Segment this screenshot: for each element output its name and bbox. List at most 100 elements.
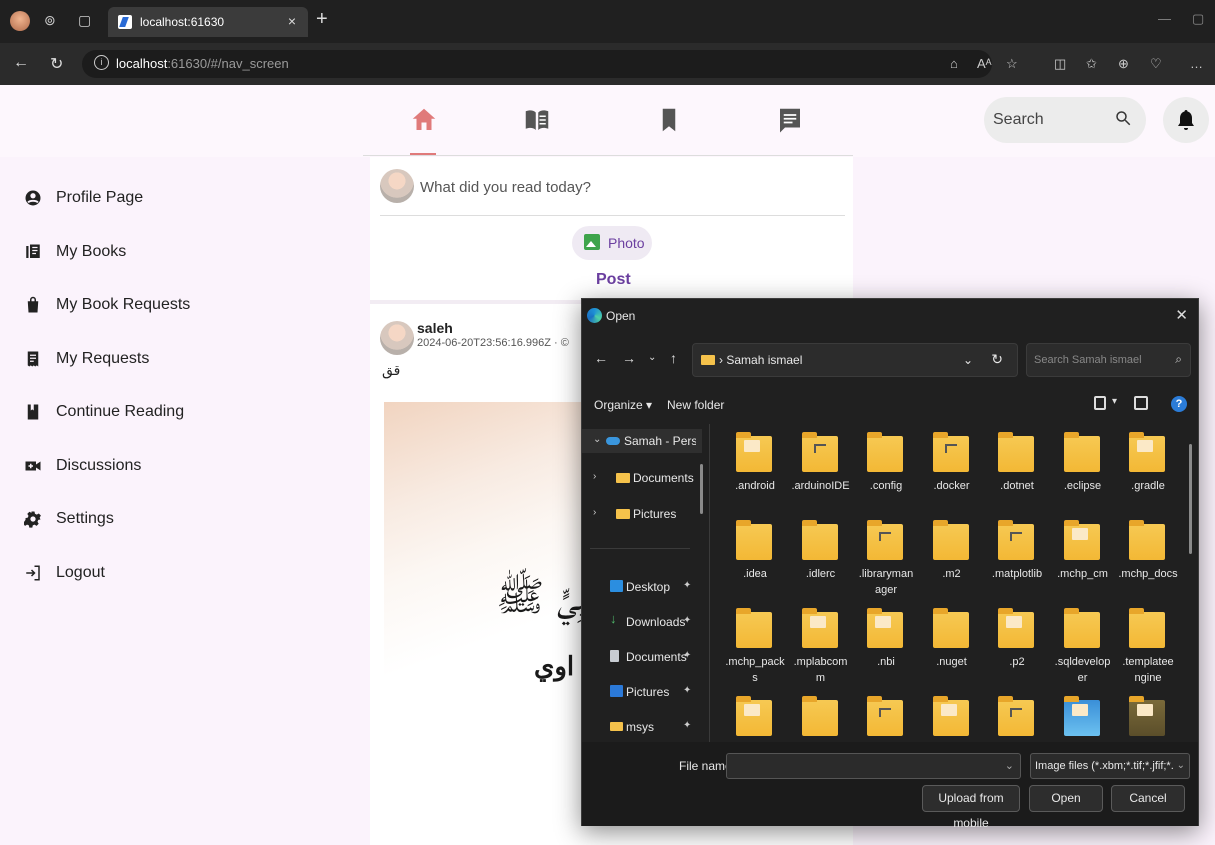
quick-access-msys[interactable]: msys ✦ <box>582 714 702 738</box>
sidebar-item-logout[interactable]: Logout <box>24 560 105 586</box>
home-nav-icon[interactable] <box>409 105 439 135</box>
composer-input[interactable]: What did you read today? <box>420 179 591 196</box>
help-icon[interactable]: ? <box>1171 396 1187 412</box>
file-grid-scrollbar[interactable] <box>1189 444 1192 554</box>
file-item[interactable] <box>1050 688 1116 742</box>
favorite-star-icon[interactable]: ☆ <box>1006 56 1018 72</box>
tree-scrollbar[interactable] <box>700 464 703 514</box>
post-author[interactable]: saleh <box>417 320 453 336</box>
up-icon[interactable]: ↑ <box>670 350 677 366</box>
url-field[interactable]: i localhost:61630/#/nav_screen <box>82 50 992 78</box>
search-icon[interactable] <box>1114 109 1132 132</box>
sidebar-item-my-books[interactable]: My Books <box>24 239 126 265</box>
sidebar-item-settings[interactable]: Settings <box>24 506 114 532</box>
browser-essentials-icon[interactable]: ♡ <box>1150 56 1162 72</box>
file-item[interactable] <box>919 688 985 742</box>
file-item[interactable]: .mchp_docs <box>1115 512 1181 598</box>
file-item[interactable]: .libraryman ager <box>853 512 919 598</box>
pin-icon[interactable]: ✦ <box>683 650 691 661</box>
file-item[interactable]: .config <box>853 424 919 510</box>
file-item[interactable]: .matplotlib <box>984 512 1050 598</box>
file-item[interactable]: .docker <box>919 424 985 510</box>
notifications-button[interactable] <box>1163 97 1209 143</box>
browser-profile-avatar[interactable] <box>10 11 30 31</box>
file-item[interactable]: .p2 <box>984 600 1050 686</box>
new-folder-button[interactable]: New folder <box>667 398 724 412</box>
back-icon[interactable]: ← <box>13 54 29 72</box>
file-item[interactable]: .mplabcom m <box>788 600 854 686</box>
pin-icon[interactable]: ✦ <box>683 580 691 591</box>
quick-access-desktop[interactable]: Desktop ✦ <box>582 574 702 598</box>
recent-locations-icon[interactable]: ⌄ <box>648 352 656 363</box>
sidebar-item-continue-reading[interactable]: Continue Reading <box>24 399 184 425</box>
dialog-search-input[interactable]: Search Samah ismael ⌕ <box>1026 343 1191 377</box>
pin-icon[interactable]: ✦ <box>683 615 691 626</box>
browser-tab[interactable]: localhost:61630 × <box>108 7 308 37</box>
chevron-right-icon[interactable]: › <box>593 471 596 482</box>
file-item[interactable]: .m2 <box>919 512 985 598</box>
pin-icon[interactable]: ✦ <box>683 685 691 696</box>
post-author-avatar[interactable] <box>380 321 414 355</box>
text-size-icon[interactable]: Aᴬ <box>977 56 992 71</box>
user-avatar[interactable] <box>380 169 414 203</box>
file-item[interactable]: .mchp_cm <box>1050 512 1116 598</box>
file-type-filter[interactable]: Image files (*.xbm;*.tif;*.jfif;*.ico ⌄ <box>1030 753 1190 779</box>
chevron-down-icon[interactable]: ⌄ <box>1005 759 1014 772</box>
file-item[interactable]: .android <box>722 424 788 510</box>
site-info-icon[interactable]: i <box>94 55 109 70</box>
file-item[interactable]: .nuget <box>919 600 985 686</box>
tree-item-onedrive[interactable]: ⌄ Samah - Persona <box>582 429 702 453</box>
read-aloud-icon[interactable]: ⌂ <box>950 56 958 71</box>
collections-icon[interactable]: ⊕ <box>1118 56 1129 72</box>
file-item[interactable]: .dotnet <box>984 424 1050 510</box>
chevron-right-icon[interactable]: › <box>593 507 596 518</box>
view-options-icon[interactable] <box>1094 396 1106 410</box>
sidebar-item-my-requests[interactable]: My Requests <box>24 346 149 372</box>
file-item[interactable] <box>853 688 919 742</box>
chevron-down-icon[interactable]: ▾ <box>1112 396 1117 407</box>
search-field[interactable]: Search <box>984 97 1146 143</box>
sidebar-item-discussions[interactable]: Discussions <box>24 453 141 479</box>
reload-icon[interactable]: ↻ <box>50 54 63 74</box>
file-item[interactable] <box>722 688 788 742</box>
path-bar[interactable]: › Samah ismael ⌄ ↻ <box>692 343 1018 377</box>
close-tab-icon[interactable]: × <box>288 13 296 29</box>
file-item[interactable] <box>984 688 1050 742</box>
sidebar-item-profile[interactable]: Profile Page <box>24 185 143 211</box>
upload-from-mobile-button[interactable]: Upload from mobile <box>922 785 1020 830</box>
file-item[interactable]: .nbi <box>853 600 919 686</box>
forward-icon[interactable]: → <box>622 350 636 366</box>
file-item[interactable]: .arduinoIDE <box>788 424 854 510</box>
pane-splitter[interactable] <box>709 424 710 742</box>
file-item[interactable] <box>788 688 854 742</box>
workspaces-icon[interactable]: ⊚ <box>44 12 56 29</box>
open-button[interactable]: Open <box>1029 785 1103 812</box>
file-item[interactable]: .idea <box>722 512 788 598</box>
file-item[interactable] <box>1115 688 1181 742</box>
file-item[interactable]: .templatee ngine <box>1115 600 1181 686</box>
add-photo-button[interactable]: Photo <box>572 226 652 260</box>
close-icon[interactable]: ✕ <box>1175 306 1188 324</box>
file-item[interactable]: .eclipse <box>1050 424 1116 510</box>
file-item[interactable]: .sqldevelop er <box>1050 600 1116 686</box>
chevron-down-icon[interactable]: ⌄ <box>593 434 601 445</box>
pin-icon[interactable]: ✦ <box>683 720 691 731</box>
new-tab-icon[interactable]: + <box>316 8 328 31</box>
split-screen-icon[interactable]: ◫ <box>1054 56 1066 72</box>
tab-actions-icon[interactable]: ▢ <box>78 12 91 29</box>
preview-pane-icon[interactable] <box>1134 396 1148 410</box>
more-menu-icon[interactable]: … <box>1190 56 1203 71</box>
file-item[interactable]: .mchp_pack s <box>722 600 788 686</box>
chevron-down-icon[interactable]: ⌄ <box>963 353 973 367</box>
post-button[interactable]: Post <box>596 271 631 289</box>
quick-access-documents[interactable]: Documents ✦ <box>582 644 702 668</box>
quick-access-downloads[interactable]: ↓ Downloads ✦ <box>582 609 702 633</box>
library-nav-icon[interactable] <box>522 105 552 135</box>
tree-item-pictures[interactable]: › Pictures <box>582 502 702 526</box>
quick-access-pictures[interactable]: Pictures ✦ <box>582 679 702 703</box>
favorites-icon[interactable]: ✩ <box>1086 56 1097 72</box>
file-item[interactable]: .idlerc <box>788 512 854 598</box>
bookmark-nav-icon[interactable] <box>654 105 684 135</box>
sidebar-item-my-book-requests[interactable]: My Book Requests <box>24 292 190 318</box>
minimize-icon[interactable]: — <box>1158 11 1171 26</box>
